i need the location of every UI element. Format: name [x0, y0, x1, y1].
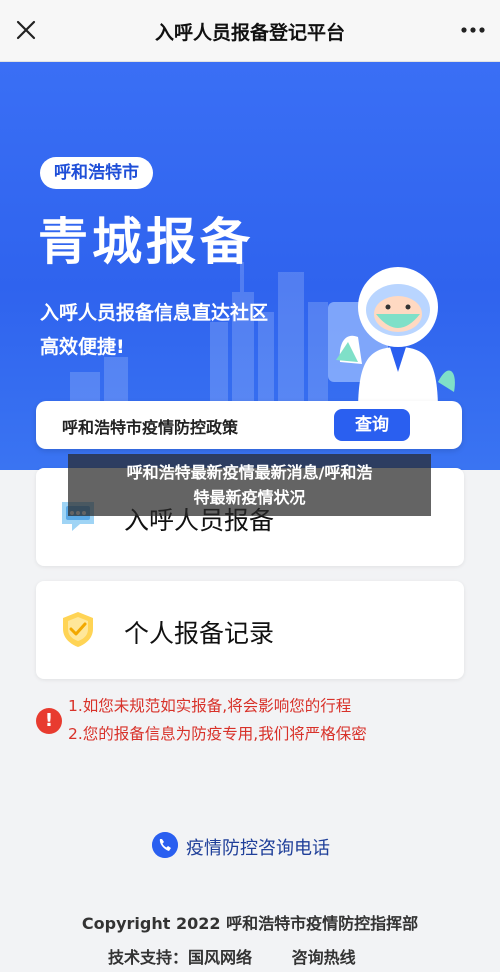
notice-line-2: 2.您的报备信息为防疫专用,我们将严格保密 [68, 725, 367, 743]
title-bar: 入呼人员报备登记平台 [0, 0, 500, 62]
medical-worker-illustration [328, 267, 455, 412]
query-button[interactable]: 查询 [334, 409, 410, 441]
consult-hotline-text[interactable]: 咨询热线 [292, 948, 356, 967]
hotline-label: 疫情防控咨询电话 [186, 838, 330, 859]
warning-icon: ! [36, 708, 62, 734]
report-history-label: 个人报备记录 [124, 619, 275, 648]
tech-support-text: 技术支持：国风网络 [108, 948, 253, 967]
page-title: 入呼人员报备登记平台 [154, 22, 345, 44]
hero-banner: 呼和浩特市 青城报备 入呼人员报备信息直达社区 高效便捷! 呼和浩特市疫情防控政… [0, 62, 500, 470]
city-tag: 呼和浩特市 [40, 157, 153, 189]
caption-overlay: 呼和浩特最新疫情最新消息/呼和浩 特最新疫情状况 [68, 454, 431, 516]
hero-subtitle-2: 高效便捷! [40, 336, 125, 358]
caption-line-1: 呼和浩特最新疫情最新消息/呼和浩 [126, 463, 373, 482]
policy-label: 呼和浩特市疫情防控政策 [62, 418, 239, 437]
policy-search-bar: 呼和浩特市疫情防控政策 查询 [36, 401, 462, 449]
caption-line-2: 特最新疫情状况 [193, 488, 306, 507]
notice-block: ! 1.如您未规范如实报备,将会影响您的行程 2.您的报备信息为防疫专用,我们将… [36, 690, 466, 760]
hero-title: 青城报备 [38, 213, 254, 271]
more-icon[interactable] [460, 20, 486, 40]
copyright-text: Copyright 2022 呼和浩特市疫情防控指挥部 [81, 914, 419, 933]
hero-subtitle-1: 入呼人员报备信息直达社区 [40, 302, 269, 324]
report-history-card[interactable]: 个人报备记录 [36, 581, 464, 679]
shield-check-icon [63, 612, 93, 647]
notice-line-1: 1.如您未规范如实报备,将会影响您的行程 [68, 697, 352, 715]
tech-support: 技术支持：国风网络 咨询热线 [108, 944, 356, 968]
phone-icon [152, 832, 178, 858]
